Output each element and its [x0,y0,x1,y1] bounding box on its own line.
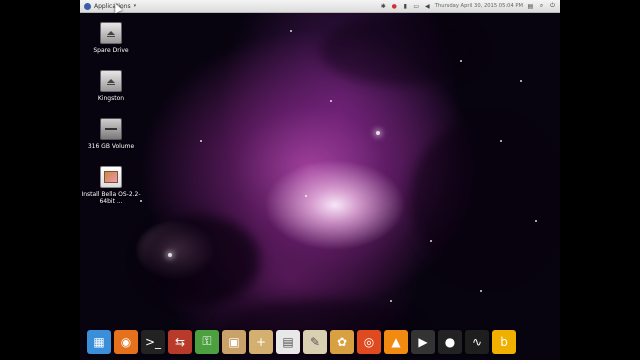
usb-drive-icon [100,70,122,92]
dock-item-keyring[interactable]: ⚿ [195,329,219,354]
disk-utility-icon: ● [444,334,456,349]
dock-item-text-document[interactable]: ▤ [276,329,300,354]
distro-logo-icon [84,2,91,10]
top-panel: Applications ▾ ✱ ● ▮ ▭ ◀ Thursday April … [80,0,560,13]
dock-item-video-editor[interactable]: ▶ [411,329,435,354]
volume-drive-icon [100,118,122,140]
battery-icon[interactable]: ▭ [413,3,420,10]
desktop-icon-label: Install Bella OS-2.2-64bit ... [81,191,141,205]
dock-item-text-editor[interactable]: ✎ [303,329,327,354]
power-icon[interactable]: ⏻ [549,2,556,10]
screen: Applications ▾ ✱ ● ▮ ▭ ◀ Thursday April … [0,0,640,360]
bluetooth-icon[interactable]: ✱ [380,3,387,10]
desktop-wallpaper[interactable] [80,0,560,360]
network-tool-icon: ⇆ [174,334,186,349]
dock-item-bella-launcher[interactable]: b [492,329,516,354]
dock: ▦ ◉ >_ ⇆ ⚿ ▣ + ▤ ✎ ✿ ◎ ▲ ▶ ● ∿ b [85,328,561,355]
record-icon[interactable]: ● [391,3,398,10]
desktop-icon-spare-drive[interactable]: Spare Drive [81,22,141,54]
drive-icon [100,22,122,44]
dock-item-disc-burner[interactable]: ◎ [357,329,381,354]
dock-item-disk-utility[interactable]: ● [438,329,462,354]
volume-icon[interactable]: ◀ [424,3,431,10]
dock-item-paint-app[interactable]: ✿ [330,329,354,354]
dock-item-firefox[interactable]: ◉ [114,329,138,354]
bella-launcher-icon: b [500,334,508,349]
dock-item-terminal[interactable]: >_ [141,329,165,354]
applications-menu-button[interactable]: Applications ▾ [80,0,140,12]
dock-item-archive-manager[interactable]: ▣ [222,329,246,354]
dock-item-vlc-player[interactable]: ▲ [384,329,408,354]
installer-icon [100,166,122,188]
clock[interactable]: Thursday April 30, 2015 05:04 PM [435,3,523,9]
desktop-icon-label: Spare Drive [93,47,129,54]
chevron-down-icon: ▾ [133,3,137,9]
dock-item-package-installer[interactable]: + [249,329,273,354]
text-editor-icon: ✎ [309,334,321,349]
file-manager-icon: ▦ [93,334,105,349]
desktop-icon-label: Kingston [97,95,125,102]
desktop-icon-install-bella[interactable]: Install Bella OS-2.2-64bit ... [81,166,141,205]
text-document-icon: ▤ [282,334,294,349]
desktop-icon-label: 316 GB Volume [87,143,135,150]
dock-item-network-tool[interactable]: ⇆ [168,329,192,354]
search-icon[interactable]: ⌕ [538,2,545,10]
vlc-player-icon: ▲ [391,334,401,349]
signal-icon[interactable]: ▮ [402,3,409,10]
archive-manager-icon: ▣ [228,334,240,349]
system-tray: ✱ ● ▮ ▭ ◀ Thursday April 30, 2015 05:04 … [380,2,560,10]
terminal-icon: >_ [144,334,162,349]
package-installer-icon: + [255,334,267,349]
desktop-icon-kingston[interactable]: Kingston [81,70,141,102]
desktop-icon-316gb-volume[interactable]: 316 GB Volume [81,118,141,150]
paint-app-icon: ✿ [336,334,348,349]
video-editor-icon: ▶ [418,334,428,349]
dock-item-system-monitor[interactable]: ∿ [465,329,489,354]
firefox-icon: ◉ [120,334,132,349]
keyring-icon: ⚿ [202,334,212,348]
dock-item-file-manager[interactable]: ▦ [87,329,111,354]
disc-burner-icon: ◎ [363,334,375,349]
window-list-icon[interactable]: ▤ [527,3,534,10]
system-monitor-icon: ∿ [471,334,483,349]
